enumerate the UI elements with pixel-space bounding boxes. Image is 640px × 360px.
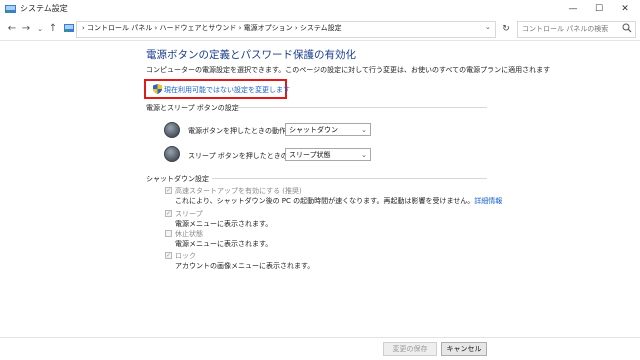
power-button-action-label: 電源ボタンを押したときの動作: bbox=[188, 127, 289, 135]
forward-button[interactable]: → bbox=[20, 22, 32, 36]
sleep-option-description: 電源メニューに表示されます。 bbox=[175, 220, 273, 228]
page-description: コンピューターの電源設定を選択できます。このページの設定に対して行う変更は、お使… bbox=[146, 66, 551, 74]
sleep-option-label: スリープ bbox=[175, 210, 203, 218]
section-label-shutdown: シャットダウン設定 bbox=[146, 175, 209, 183]
hibernate-checkbox[interactable] bbox=[165, 230, 172, 237]
cancel-button[interactable]: キャンセル bbox=[441, 342, 487, 356]
section-label-power-buttons: 電源とスリープ ボタンの設定 bbox=[146, 104, 239, 112]
sleep-checkbox[interactable]: ✓ bbox=[165, 210, 172, 217]
chevron-down-icon: ⌄ bbox=[361, 151, 367, 159]
close-button[interactable]: ✕ bbox=[612, 0, 638, 18]
title-bar bbox=[0, 0, 640, 18]
chevron-down-icon[interactable]: ⌄ bbox=[485, 23, 491, 31]
fast-startup-checkbox[interactable]: ✓ bbox=[165, 187, 172, 194]
fast-startup-label: 高速スタートアップを有効にする (推奨) bbox=[175, 187, 302, 195]
chevron-down-icon: ⌄ bbox=[361, 126, 367, 134]
sleep-button-icon bbox=[164, 146, 180, 162]
recent-locations-dropdown[interactable]: ⌄ bbox=[34, 22, 46, 36]
refresh-button[interactable]: ↻ bbox=[499, 22, 513, 36]
section-divider bbox=[237, 107, 487, 108]
fast-startup-description-text: これにより、シャットダウン後の PC の起動時間が速くなります。再起動は影響を受… bbox=[175, 197, 475, 205]
minimize-button[interactable]: — bbox=[560, 0, 586, 18]
page-title: 電源ボタンの定義とパスワード保護の有効化 bbox=[146, 49, 356, 61]
control-panel-icon bbox=[64, 24, 74, 32]
power-button-action-value: シャットダウン bbox=[289, 126, 338, 134]
fast-startup-description: これにより、シャットダウン後の PC の起動時間が速くなります。再起動は影響を受… bbox=[175, 196, 502, 206]
breadcrumb[interactable]: › コントロール パネル › ハードウェアとサウンド › 電源オプション › シ… bbox=[82, 23, 342, 33]
back-button[interactable]: ← bbox=[6, 22, 18, 36]
search-placeholder: コントロール パネルの検索 bbox=[522, 25, 609, 33]
search-icon[interactable] bbox=[622, 23, 632, 33]
sleep-button-action-value: スリープ状態 bbox=[289, 151, 331, 159]
section-divider bbox=[212, 178, 487, 179]
footer-divider bbox=[0, 337, 640, 338]
change-unavailable-settings-link[interactable]: 現在利用可能ではない設定を変更します bbox=[164, 85, 290, 95]
sleep-button-action-select[interactable]: スリープ状態 ⌄ bbox=[285, 148, 371, 161]
save-changes-button[interactable]: 変更の保存 bbox=[383, 342, 437, 356]
maximize-button[interactable]: ☐ bbox=[586, 0, 612, 18]
more-info-link[interactable]: 詳細情報 bbox=[474, 197, 502, 205]
hibernate-option-description: 電源メニューに表示されます。 bbox=[175, 240, 273, 248]
power-button-action-select[interactable]: シャットダウン ⌄ bbox=[285, 123, 371, 136]
hibernate-option-label: 休止状態 bbox=[175, 230, 203, 238]
lock-option-label: ロック bbox=[175, 252, 196, 260]
shield-icon bbox=[153, 84, 162, 94]
up-button[interactable]: ↑ bbox=[47, 22, 59, 36]
window-title: システム設定 bbox=[20, 4, 68, 13]
lock-option-description: アカウントの画像メニューに表示されます。 bbox=[175, 262, 315, 270]
power-button-icon bbox=[164, 122, 180, 138]
lock-checkbox[interactable]: ✓ bbox=[165, 252, 172, 259]
control-panel-icon bbox=[5, 5, 16, 13]
